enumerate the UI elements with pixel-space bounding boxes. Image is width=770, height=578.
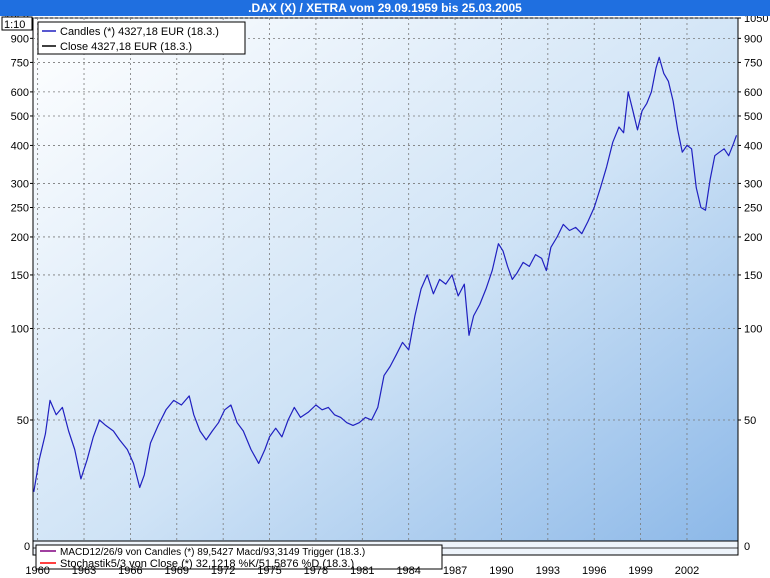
x-tick-label: 1981: [350, 565, 374, 577]
indicator-legend-label-macd: MACD12/26/9 von Candles (*) 89,5427 Macd…: [60, 547, 365, 558]
x-tick-label: 1960: [25, 565, 49, 577]
x-tick-label: 1969: [165, 565, 189, 577]
x-tick-label: 1966: [118, 565, 142, 577]
y-tick-label-left: 400: [11, 140, 29, 152]
legend-label-close: Close 4327,18 EUR (18.3.): [60, 41, 192, 53]
zoom-label: 1:10: [4, 19, 25, 31]
x-tick-label: 1993: [536, 565, 560, 577]
x-tick-label: 1972: [211, 565, 235, 577]
y-tick-label-left: 500: [11, 111, 29, 123]
y-tick-label-right: 900: [744, 33, 762, 45]
x-tick-label: 1999: [628, 565, 652, 577]
plot-background: [32, 17, 739, 542]
x-tick-label: 1996: [582, 565, 606, 577]
x-tick-label: 1978: [304, 565, 328, 577]
indicator-zero-label-right: 0: [744, 541, 750, 553]
indicator-zero-label-left: 0: [24, 541, 30, 553]
y-tick-label-right: 150: [744, 270, 762, 282]
y-tick-label-right: 250: [744, 202, 762, 214]
y-tick-label-right: 1050: [744, 16, 768, 25]
x-axis: 1960 1963 1966 1969 1972 1975 1978 1981 1984 1987…: [25, 565, 699, 577]
y-tick-label-right: 500: [744, 111, 762, 123]
y-tick-label-left: 150: [11, 270, 29, 282]
y-tick-label-right: 100: [744, 323, 762, 335]
y-tick-label-right: 600: [744, 87, 762, 99]
y-tick-label-right: 200: [744, 232, 762, 244]
y-axis-left: 501001502002503004005006007509001050: [5, 16, 33, 427]
x-tick-label: 1984: [396, 565, 420, 577]
x-tick-label: 1990: [489, 565, 513, 577]
y-tick-label-left: 200: [11, 232, 29, 244]
y-tick-label-right: 50: [744, 415, 756, 427]
x-tick-label: 1975: [257, 565, 281, 577]
y-tick-label-right: 400: [744, 140, 762, 152]
x-tick-label: 2002: [675, 565, 699, 577]
chart-title: .DAX (X) / XETRA vom 29.09.1959 bis 25.0…: [0, 0, 770, 16]
x-tick-label: 1963: [72, 565, 96, 577]
x-tick-label: 1987: [443, 565, 467, 577]
y-tick-label-left: 750: [11, 57, 29, 69]
y-axis-right: 50 100 150 200 250 300 400 500 600 750 900 1050: [738, 16, 768, 427]
y-tick-label-right: 300: [744, 178, 762, 190]
indicator-legend[interactable]: MACD12/26/9 von Candles (*) 89,5427 Macd…: [35, 544, 443, 570]
chart-area[interactable]: 50 100 150 200 250 300 400 500 600 750 900 1050 50 1…: [0, 16, 770, 578]
y-tick-label-left: 900: [11, 33, 29, 45]
y-tick-label-left: 100: [11, 323, 29, 335]
y-tick-label-left: 50: [17, 415, 29, 427]
y-tick-label-right: 750: [744, 57, 762, 69]
legend[interactable]: Candles (*) 4327,18 EUR (18.3.) Close 43…: [37, 21, 246, 55]
y-tick-label-left: 300: [11, 178, 29, 190]
legend-label-candles: Candles (*) 4327,18 EUR (18.3.): [60, 26, 219, 38]
y-tick-label-left: 250: [11, 202, 29, 214]
y-tick-label-left: 600: [11, 87, 29, 99]
